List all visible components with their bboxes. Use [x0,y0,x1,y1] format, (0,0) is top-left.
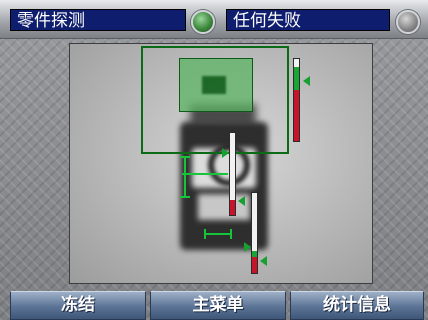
tool-name-field[interactable]: 零件探测 [10,9,186,31]
top-bar: 零件探测 任何失败 [0,0,428,39]
horizontal-caliper[interactable] [204,229,232,239]
top-gauge [293,58,300,142]
green-led-icon [191,10,215,34]
middle-gauge-threshold-icon [238,196,245,206]
model-feature-mark [202,76,226,94]
bottom-gauge [251,192,258,274]
main-menu-button[interactable]: 主菜单 [150,291,286,320]
caliper-guide-line [182,173,228,175]
middle-gauge [229,132,236,216]
condition-field[interactable]: 任何失败 [226,9,390,31]
statistics-button[interactable]: 统计信息 [290,291,424,320]
middle-gauge-marker-icon [222,148,229,158]
gray-led-icon [396,10,420,34]
camera-viewport[interactable] [69,43,373,284]
top-gauge-marker-icon [303,76,310,86]
bottom-gauge-marker-icon [244,242,251,252]
vertical-caliper[interactable] [180,156,190,198]
freeze-button[interactable]: 冻结 [10,291,146,320]
bottom-gauge-threshold-icon [260,256,267,266]
